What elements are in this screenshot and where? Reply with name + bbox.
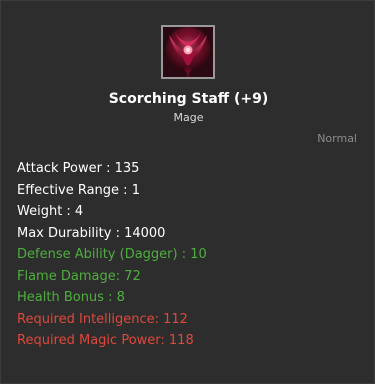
- scorching-staff-icon: [161, 25, 215, 79]
- stat-health-bonus: Health Bonus : 8: [17, 290, 125, 305]
- stat-effective-range: Effective Range : 1: [17, 182, 140, 198]
- stat-required-intelligence: Required Intelligence: 112: [17, 311, 188, 327]
- stat-flame-damage: Flame Damage: 72: [17, 268, 141, 284]
- item-class: Mage: [173, 111, 204, 124]
- stat-attack-power: Attack Power : 135: [17, 161, 140, 176]
- item-name: Scorching Staff (+9): [108, 91, 269, 107]
- stat-max-durability: Max Durability : 14000: [17, 225, 166, 241]
- item-grade: Normal: [317, 132, 357, 145]
- stat-list: Attack Power : 135 Effective Range : 1 W…: [17, 158, 357, 352]
- stat-weight: Weight : 4: [17, 204, 84, 219]
- item-tooltip: Scorching Staff (+9) Mage Normal Attack …: [0, 0, 375, 384]
- stat-required-magic-power: Required Magic Power: 118: [17, 333, 194, 348]
- stat-defense-ability: Defense Ability (Dagger) : 10: [17, 247, 207, 262]
